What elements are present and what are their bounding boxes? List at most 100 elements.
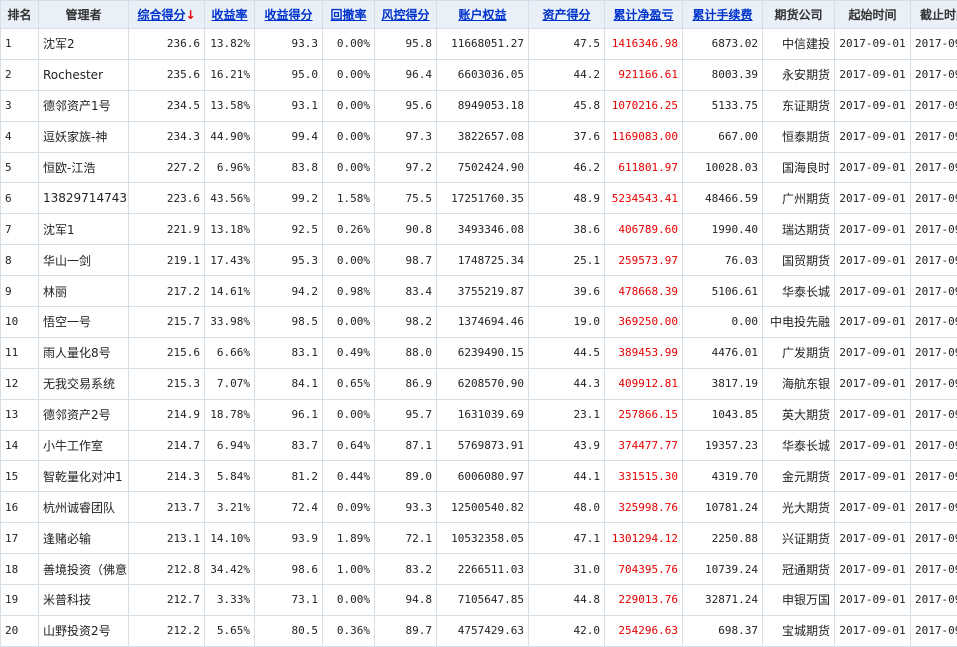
- sort-asset-score-link[interactable]: 资产得分: [542, 8, 590, 22]
- header-fees[interactable]: 累计手续费: [683, 1, 763, 29]
- manager-cell: 雨人量化8号: [39, 337, 129, 368]
- net-pnl-cell: 704395.76: [605, 554, 683, 585]
- return-score-cell: 80.5: [255, 615, 323, 646]
- company-cell: 永安期货: [763, 59, 835, 90]
- rank-cell: 8: [1, 245, 39, 276]
- header-manager: 管理者: [39, 1, 129, 29]
- risk-score-cell: 87.1: [375, 430, 437, 461]
- equity-cell: 6603036.05: [437, 59, 529, 90]
- header-start-time: 起始时间: [835, 1, 911, 29]
- sort-total-score-link[interactable]: 综合得分: [137, 8, 185, 22]
- total-score-cell: 235.6: [129, 59, 205, 90]
- drawdown-cell: 0.00%: [323, 59, 375, 90]
- sort-drawdown-link[interactable]: 回撤率: [330, 8, 366, 22]
- fees-cell: 10739.24: [683, 554, 763, 585]
- company-cell: 金元期货: [763, 461, 835, 492]
- total-score-cell: 234.3: [129, 121, 205, 152]
- header-total-score[interactable]: 综合得分↓: [129, 1, 205, 29]
- sort-risk-score-link[interactable]: 风控得分: [381, 8, 429, 22]
- rank-cell: 14: [1, 430, 39, 461]
- table-row: 1沈军2236.613.82%93.30.00%95.811668051.274…: [1, 29, 957, 60]
- total-score-cell: 213.7: [129, 492, 205, 523]
- total-score-cell: 215.6: [129, 337, 205, 368]
- company-cell: 英大期货: [763, 399, 835, 430]
- drawdown-cell: 0.49%: [323, 337, 375, 368]
- table-row: 2Rochester235.616.21%95.00.00%96.4660303…: [1, 59, 957, 90]
- total-score-cell: 214.7: [129, 430, 205, 461]
- manager-cell: 华山一剑: [39, 245, 129, 276]
- return-rate-cell: 14.10%: [205, 523, 255, 554]
- return-score-cell: 98.6: [255, 554, 323, 585]
- risk-score-cell: 89.0: [375, 461, 437, 492]
- asset-score-cell: 37.6: [529, 121, 605, 152]
- equity-cell: 1374694.46: [437, 307, 529, 338]
- header-row: 排名 管理者 综合得分↓ 收益率 收益得分 回撤率 风控得分 账户权益 资产得分…: [1, 1, 957, 29]
- risk-score-cell: 94.8: [375, 585, 437, 616]
- start-time-cell: 2017-09-01: [835, 461, 911, 492]
- end-time-cell: 2017-09-07: [911, 585, 957, 616]
- start-time-cell: 2017-09-01: [835, 368, 911, 399]
- header-asset-score[interactable]: 资产得分: [529, 1, 605, 29]
- sort-return-rate-link[interactable]: 收益率: [211, 8, 247, 22]
- fees-cell: 1043.85: [683, 399, 763, 430]
- net-pnl-cell: 478668.39: [605, 276, 683, 307]
- return-score-cell: 96.1: [255, 399, 323, 430]
- return-score-cell: 95.0: [255, 59, 323, 90]
- header-return-score[interactable]: 收益得分: [255, 1, 323, 29]
- header-equity[interactable]: 账户权益: [437, 1, 529, 29]
- header-drawdown[interactable]: 回撤率: [323, 1, 375, 29]
- return-rate-cell: 13.18%: [205, 214, 255, 245]
- table-row: 12无我交易系统215.37.07%84.10.65%86.96208570.9…: [1, 368, 957, 399]
- risk-score-cell: 83.4: [375, 276, 437, 307]
- sort-equity-link[interactable]: 账户权益: [458, 8, 506, 22]
- table-row: 19米普科技212.73.33%73.10.00%94.87105647.854…: [1, 585, 957, 616]
- sort-net-pnl-link[interactable]: 累计净盈亏: [613, 8, 673, 22]
- risk-score-cell: 83.2: [375, 554, 437, 585]
- header-net-pnl[interactable]: 累计净盈亏: [605, 1, 683, 29]
- sort-fees-link[interactable]: 累计手续费: [692, 8, 752, 22]
- asset-score-cell: 38.6: [529, 214, 605, 245]
- risk-score-cell: 98.2: [375, 307, 437, 338]
- risk-score-cell: 95.6: [375, 90, 437, 121]
- risk-score-cell: 90.8: [375, 214, 437, 245]
- manager-cell: Rochester: [39, 59, 129, 90]
- fees-cell: 76.03: [683, 245, 763, 276]
- company-cell: 海航东银: [763, 368, 835, 399]
- net-pnl-cell: 259573.97: [605, 245, 683, 276]
- rank-cell: 2: [1, 59, 39, 90]
- end-time-cell: 2017-09-07: [911, 90, 957, 121]
- header-return-rate[interactable]: 收益率: [205, 1, 255, 29]
- fees-cell: 6873.02: [683, 29, 763, 60]
- return-score-cell: 73.1: [255, 585, 323, 616]
- return-rate-cell: 33.98%: [205, 307, 255, 338]
- table-row: 18善境投资（佛意212.834.42%98.61.00%83.22266511…: [1, 554, 957, 585]
- fees-cell: 19357.23: [683, 430, 763, 461]
- manager-cell: 杭州诚睿团队: [39, 492, 129, 523]
- manager-cell: 米普科技: [39, 585, 129, 616]
- return-rate-cell: 6.96%: [205, 152, 255, 183]
- asset-score-cell: 44.1: [529, 461, 605, 492]
- manager-cell: 沈军1: [39, 214, 129, 245]
- return-score-cell: 93.1: [255, 90, 323, 121]
- table-row: 9林丽217.214.61%94.20.98%83.43755219.8739.…: [1, 276, 957, 307]
- drawdown-cell: 0.00%: [323, 399, 375, 430]
- net-pnl-cell: 1070216.25: [605, 90, 683, 121]
- table-row: 14小牛工作室214.76.94%83.70.64%87.15769873.91…: [1, 430, 957, 461]
- drawdown-cell: 0.00%: [323, 245, 375, 276]
- total-score-cell: 212.2: [129, 615, 205, 646]
- header-risk-score[interactable]: 风控得分: [375, 1, 437, 29]
- equity-cell: 11668051.27: [437, 29, 529, 60]
- return-rate-cell: 14.61%: [205, 276, 255, 307]
- asset-score-cell: 47.5: [529, 29, 605, 60]
- return-rate-cell: 3.33%: [205, 585, 255, 616]
- end-time-cell: 2017-09-07: [911, 461, 957, 492]
- company-cell: 华泰长城: [763, 430, 835, 461]
- return-score-cell: 95.3: [255, 245, 323, 276]
- sort-return-score-link[interactable]: 收益得分: [264, 8, 312, 22]
- return-rate-cell: 34.42%: [205, 554, 255, 585]
- net-pnl-cell: 254296.63: [605, 615, 683, 646]
- table-row: 13德邻资产2号214.918.78%96.10.00%95.71631039.…: [1, 399, 957, 430]
- start-time-cell: 2017-09-01: [835, 554, 911, 585]
- table-body: 1沈军2236.613.82%93.30.00%95.811668051.274…: [1, 29, 957, 647]
- rank-cell: 13: [1, 399, 39, 430]
